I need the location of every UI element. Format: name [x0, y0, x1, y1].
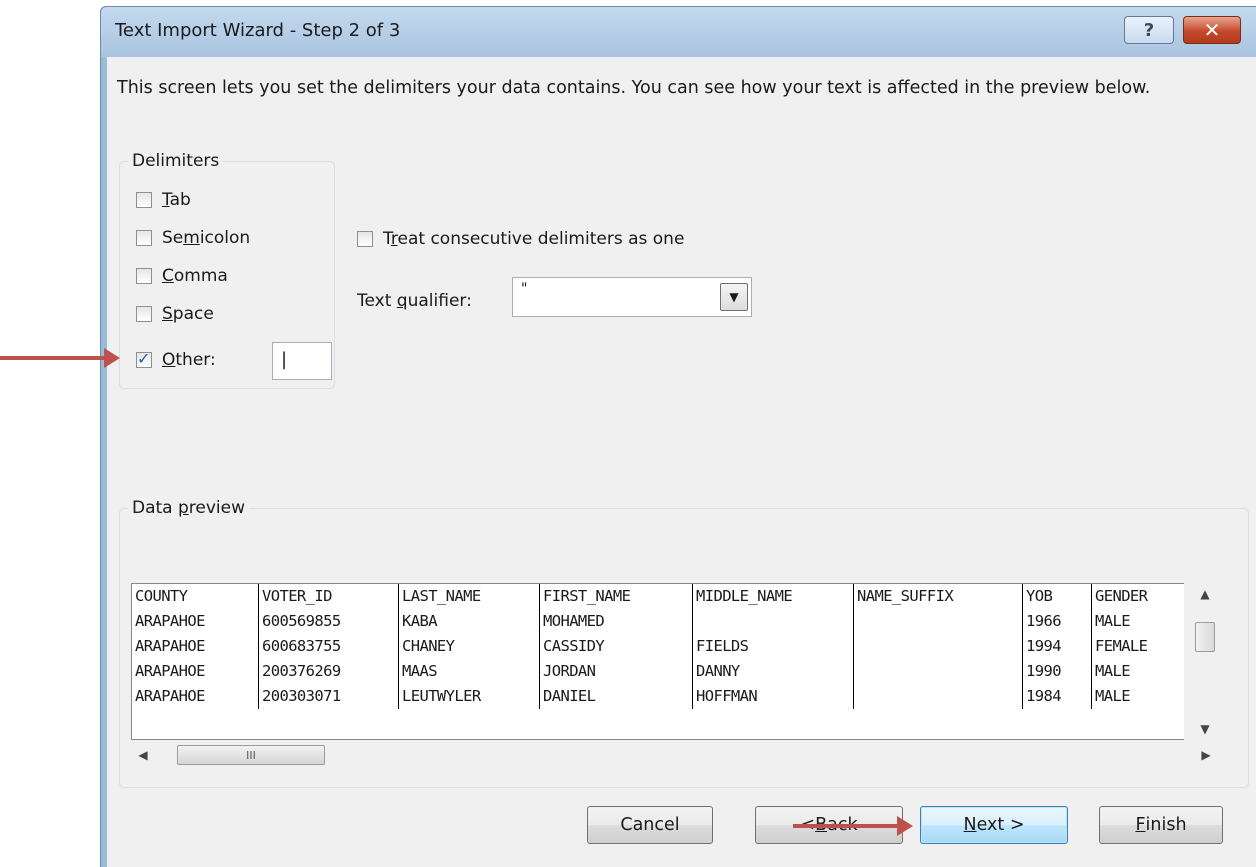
- comma-checkbox-row[interactable]: Comma: [136, 264, 228, 288]
- treat-consecutive-row[interactable]: Treat consecutive delimiters as one: [357, 229, 684, 249]
- scroll-right-icon[interactable]: ▶: [1194, 743, 1218, 767]
- table-cell: 1984: [1022, 684, 1092, 709]
- table-cell: 1990: [1022, 659, 1092, 684]
- semicolon-label: Semicolon: [162, 228, 251, 248]
- table-cell: CASSIDY: [539, 634, 693, 659]
- table-cell: ARAPAHOE: [135, 687, 205, 705]
- table-cell: MALE: [1091, 684, 1181, 709]
- finish-button[interactable]: Finish: [1099, 806, 1223, 844]
- help-button[interactable]: ?: [1124, 16, 1174, 44]
- other-checkbox-row[interactable]: Other:: [136, 348, 216, 372]
- dialog-window: Text Import Wizard - Step 2 of 3 ? ✕ Thi…: [100, 6, 1256, 867]
- comma-checkbox[interactable]: [136, 268, 152, 284]
- text-qualifier-label: Text qualifier:: [357, 291, 472, 311]
- table-cell: 200303071: [258, 684, 399, 709]
- table-cell: ARAPAHOE: [135, 662, 205, 680]
- table-cell: 600569855: [258, 609, 399, 634]
- text-qualifier-value: ": [521, 281, 528, 297]
- table-cell: MALE: [1091, 659, 1181, 684]
- table-cell: LEUTWYLER: [398, 684, 540, 709]
- table-cell: ARAPAHOE: [135, 637, 205, 655]
- dialog-body: This screen lets you set the delimiters …: [107, 57, 1256, 867]
- table-cell: [692, 609, 854, 634]
- table-cell: ARAPAHOE: [135, 612, 205, 630]
- annotation-arrow-next: [793, 816, 913, 836]
- close-icon: ✕: [1203, 18, 1221, 42]
- table-row: ARAPAHOE 200303071 LEUTWYLER DANIEL HOFFMAN 1…: [132, 684, 1181, 709]
- annotation-arrow-other: [0, 348, 120, 368]
- space-checkbox-row[interactable]: Space: [136, 302, 214, 326]
- cancel-button[interactable]: Cancel: [587, 806, 713, 844]
- space-checkbox[interactable]: [136, 306, 152, 322]
- semicolon-checkbox-row[interactable]: Semicolon: [136, 226, 250, 250]
- data-preview-grid[interactable]: COUNTY VOTER_ID LAST_NAME FIRST_NAME MIDDLE_…: [131, 583, 1184, 740]
- table-cell: MIDDLE_NAME: [692, 584, 854, 609]
- table-cell: 1994: [1022, 634, 1092, 659]
- table-cell: LAST_NAME: [398, 584, 540, 609]
- table-cell: DANNY: [692, 659, 854, 684]
- table-cell: 1966: [1022, 609, 1092, 634]
- preview-header-row: COUNTY VOTER_ID LAST_NAME FIRST_NAME MIDDLE_…: [132, 584, 1181, 609]
- treat-consecutive-checkbox[interactable]: [357, 231, 373, 247]
- table-cell: MAAS: [398, 659, 540, 684]
- scroll-down-icon[interactable]: ▼: [1192, 718, 1218, 740]
- table-cell: DANIEL: [539, 684, 693, 709]
- table-cell: 200376269: [258, 659, 399, 684]
- intro-text: This screen lets you set the delimiters …: [117, 78, 1151, 98]
- table-cell: COUNTY: [135, 587, 188, 605]
- table-cell: FIELDS: [692, 634, 854, 659]
- horizontal-scroll-thumb[interactable]: III: [177, 745, 325, 765]
- title-bar[interactable]: Text Import Wizard - Step 2 of 3 ? ✕: [101, 7, 1256, 57]
- grip-icon: III: [246, 748, 256, 762]
- table-cell: FEMALE: [1091, 634, 1181, 659]
- tab-checkbox-row[interactable]: Tab: [136, 188, 191, 212]
- tab-checkbox[interactable]: [136, 192, 152, 208]
- table-row: ARAPAHOE 600569855 KABA MOHAMED 1966 MALE: [132, 609, 1181, 634]
- table-cell: VOTER_ID: [258, 584, 399, 609]
- table-cell: [853, 609, 1023, 634]
- scroll-left-icon[interactable]: ◀: [131, 743, 155, 767]
- close-button[interactable]: ✕: [1183, 16, 1241, 44]
- table-cell: KABA: [398, 609, 540, 634]
- table-cell: NAME_SUFFIX: [853, 584, 1023, 609]
- comma-label: Comma: [162, 266, 228, 286]
- table-cell: YOB: [1022, 584, 1092, 609]
- table-cell: MALE: [1091, 609, 1181, 634]
- table-cell: 600683755: [258, 634, 399, 659]
- table-cell: GENDER: [1091, 584, 1181, 609]
- vertical-scrollbar[interactable]: ▲ ▼: [1192, 583, 1218, 740]
- dropdown-arrow-icon[interactable]: ▼: [720, 283, 748, 311]
- preview-table: COUNTY VOTER_ID LAST_NAME FIRST_NAME MIDDLE_…: [132, 584, 1181, 709]
- vertical-scroll-thumb[interactable]: [1195, 622, 1215, 652]
- table-cell: [853, 634, 1023, 659]
- table-cell: [853, 684, 1023, 709]
- horizontal-scrollbar[interactable]: ◀ III ▶: [131, 743, 1218, 767]
- table-cell: HOFFMAN: [692, 684, 854, 709]
- table-cell: MOHAMED: [539, 609, 693, 634]
- table-row: ARAPAHOE 600683755 CHANEY CASSIDY FIELDS 1994…: [132, 634, 1181, 659]
- table-row: ARAPAHOE 200376269 MAAS JORDAN DANNY 1990 MALE: [132, 659, 1181, 684]
- delimiters-group-label: Delimiters: [128, 150, 224, 172]
- treat-consecutive-label: Treat consecutive delimiters as one: [383, 229, 685, 249]
- space-label: Space: [162, 304, 214, 324]
- data-preview-group-label: Data preview: [128, 497, 250, 519]
- other-label: Other:: [162, 350, 216, 370]
- table-cell: FIRST_NAME: [539, 584, 693, 609]
- table-cell: JORDAN: [539, 659, 693, 684]
- next-button[interactable]: Next >: [920, 806, 1068, 844]
- semicolon-checkbox[interactable]: [136, 230, 152, 246]
- other-delimiter-input[interactable]: |: [272, 342, 332, 380]
- scroll-up-icon[interactable]: ▲: [1192, 583, 1218, 605]
- table-cell: CHANEY: [398, 634, 540, 659]
- help-icon: ?: [1143, 19, 1155, 41]
- delimiters-group: Delimiters Tab Semicolon Comma Space Oth…: [119, 150, 335, 389]
- dialog-title: Text Import Wizard - Step 2 of 3: [115, 20, 401, 41]
- tab-label: Tab: [162, 190, 191, 210]
- other-checkbox[interactable]: [136, 349, 152, 368]
- table-cell: [853, 659, 1023, 684]
- text-qualifier-select[interactable]: " ▼: [512, 277, 752, 317]
